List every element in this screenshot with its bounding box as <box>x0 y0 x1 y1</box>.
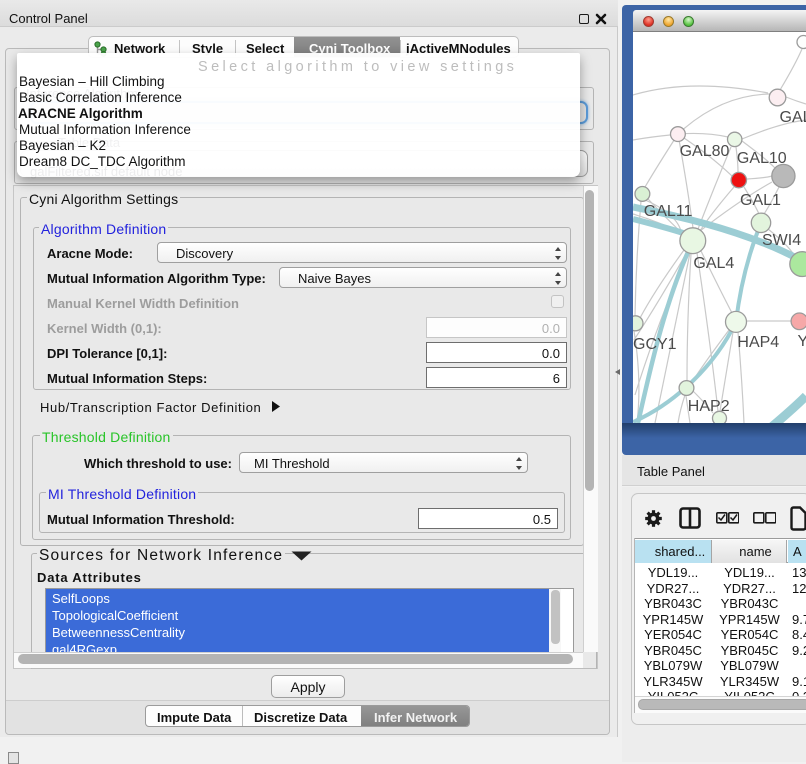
svg-text:GAL7: GAL7 <box>780 109 806 126</box>
svg-text:GCY1: GCY1 <box>633 336 677 353</box>
svg-text:HAP4: HAP4 <box>737 334 779 351</box>
svg-text:GAL1: GAL1 <box>740 192 781 209</box>
svg-text:GAL80: GAL80 <box>680 143 730 160</box>
svg-text:GAL4: GAL4 <box>693 255 734 272</box>
svg-text:SWI4: SWI4 <box>762 232 801 249</box>
svg-text:GAL11: GAL11 <box>644 203 693 220</box>
svg-text:Y: Y <box>798 333 806 350</box>
svg-text:GAL10: GAL10 <box>737 150 787 167</box>
svg-text:HAP2: HAP2 <box>688 398 730 415</box>
